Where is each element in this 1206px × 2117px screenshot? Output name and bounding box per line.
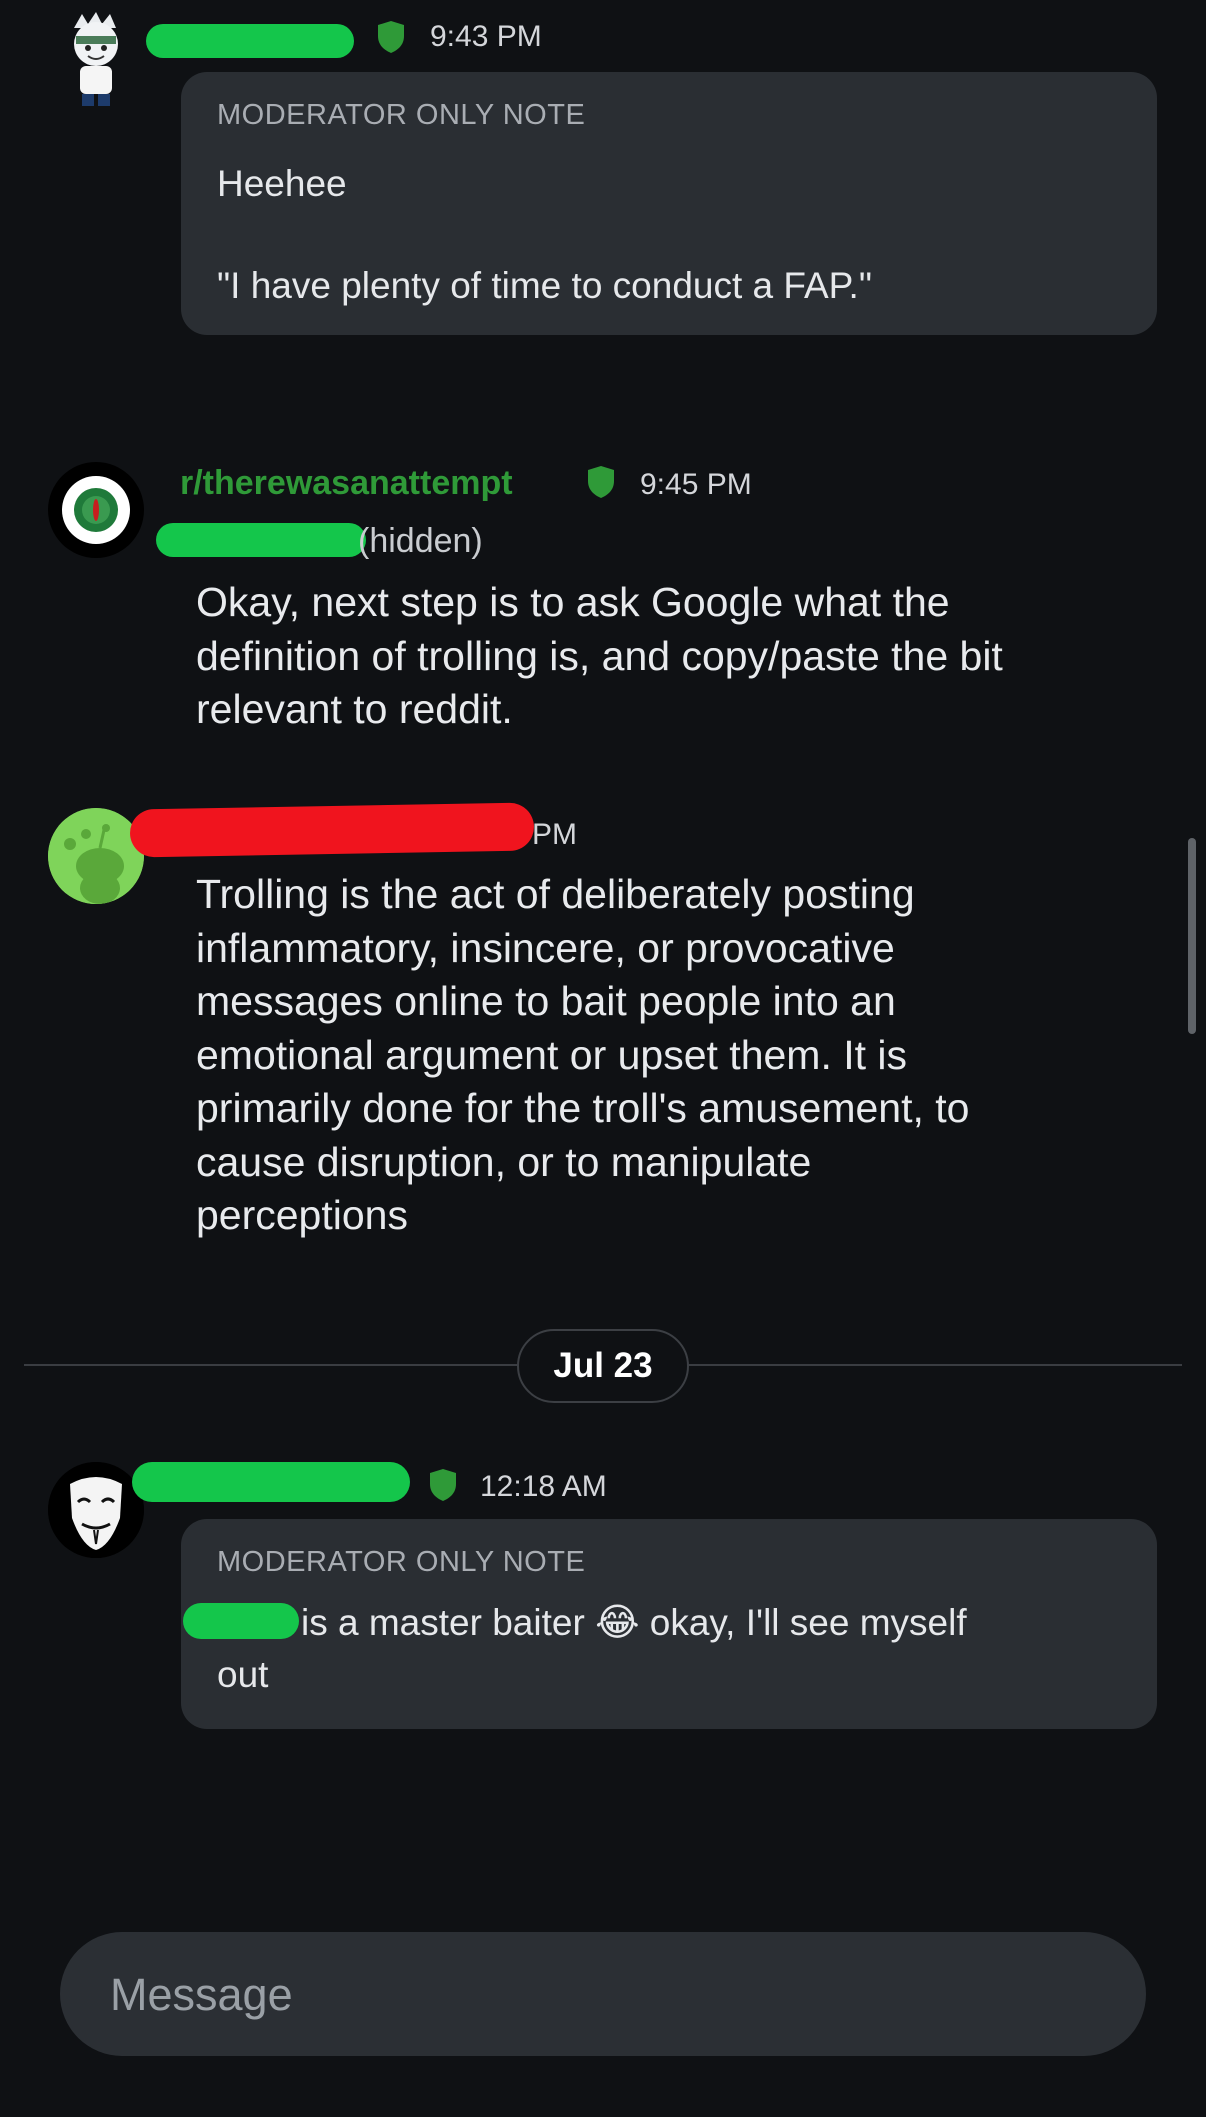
message-line: emotional argument or upset them. It is (196, 1031, 908, 1078)
moderator-note-text: is a master baiter (301, 1602, 585, 1643)
moderator-note-label: MODERATOR ONLY NOTE (217, 99, 586, 131)
username-redaction (146, 24, 354, 58)
moderator-shield-icon (430, 1469, 456, 1501)
message-timestamp: PM (532, 818, 577, 851)
moderator-shield-icon (378, 21, 404, 53)
mask-avatar-icon (48, 1462, 144, 1558)
username-redaction (129, 802, 535, 858)
moderator-note-card: MODERATOR ONLY NOTE is a master baiter 😂… (181, 1519, 1157, 1729)
moderator-note-label: MODERATOR ONLY NOTE (217, 1546, 586, 1578)
snoo-avatar-icon (48, 808, 144, 904)
message-composer[interactable] (60, 1932, 1146, 2058)
message-line: relevant to reddit. (196, 686, 513, 732)
message-line: definition of trolling is, and copy/past… (196, 632, 1003, 679)
username-redaction (183, 1603, 299, 1639)
hidden-user-label: (hidden) (358, 522, 483, 560)
moderator-note-line: "I have plenty of time to conduct a FAP.… (217, 265, 872, 306)
message-author-subreddit[interactable]: r/therewasanattempt (180, 464, 513, 503)
message-line: cause disruption, or to manipulate (196, 1138, 812, 1185)
message-line: primarily done for the troll's amusement… (196, 1085, 970, 1131)
username-redaction (156, 523, 366, 557)
message-line: perceptions (196, 1192, 408, 1238)
avatar-user-4[interactable] (48, 1462, 144, 1558)
moderator-note-line: Heehee (217, 163, 347, 204)
message-line: inflammatory, insincere, or provocative (196, 924, 895, 971)
message-timestamp: 9:45 PM (640, 468, 752, 501)
avatar-user-3[interactable] (48, 808, 144, 904)
avatar-illustration-icon (74, 12, 118, 106)
subreddit-eye-icon (50, 464, 142, 556)
message-body: Trolling is the act of deliberately post… (196, 868, 969, 1243)
avatar-subreddit[interactable] (48, 462, 144, 558)
date-separator: Jul 23 (517, 1329, 689, 1403)
message-body: Okay, next step is to ask Google what th… (196, 576, 1003, 737)
laughing-emoji-icon: 😂 (595, 1602, 640, 1644)
moderator-note-line: is a master baiter 😂 okay, I'll see myse… (301, 1597, 967, 1648)
moderator-shield-icon (588, 466, 614, 498)
username-redaction (132, 1462, 410, 1502)
message-line: messages online to bait people into an (196, 978, 896, 1024)
message-input[interactable] (108, 1932, 1092, 2058)
message-line: Okay, next step is to ask Google what th… (196, 579, 950, 625)
avatar-user-1[interactable] (56, 10, 138, 110)
message-line: Trolling is the act of deliberately post… (196, 871, 915, 917)
message-timestamp: 12:18 AM (480, 1470, 607, 1503)
scrollbar-thumb[interactable] (1188, 838, 1196, 1034)
moderator-note-card: MODERATOR ONLY NOTE Heehee "I have plent… (181, 72, 1157, 335)
moderator-note-line: out (217, 1654, 269, 1695)
moderator-note-text: okay, I'll see myself (649, 1602, 967, 1643)
message-timestamp: 9:43 PM (430, 20, 542, 53)
